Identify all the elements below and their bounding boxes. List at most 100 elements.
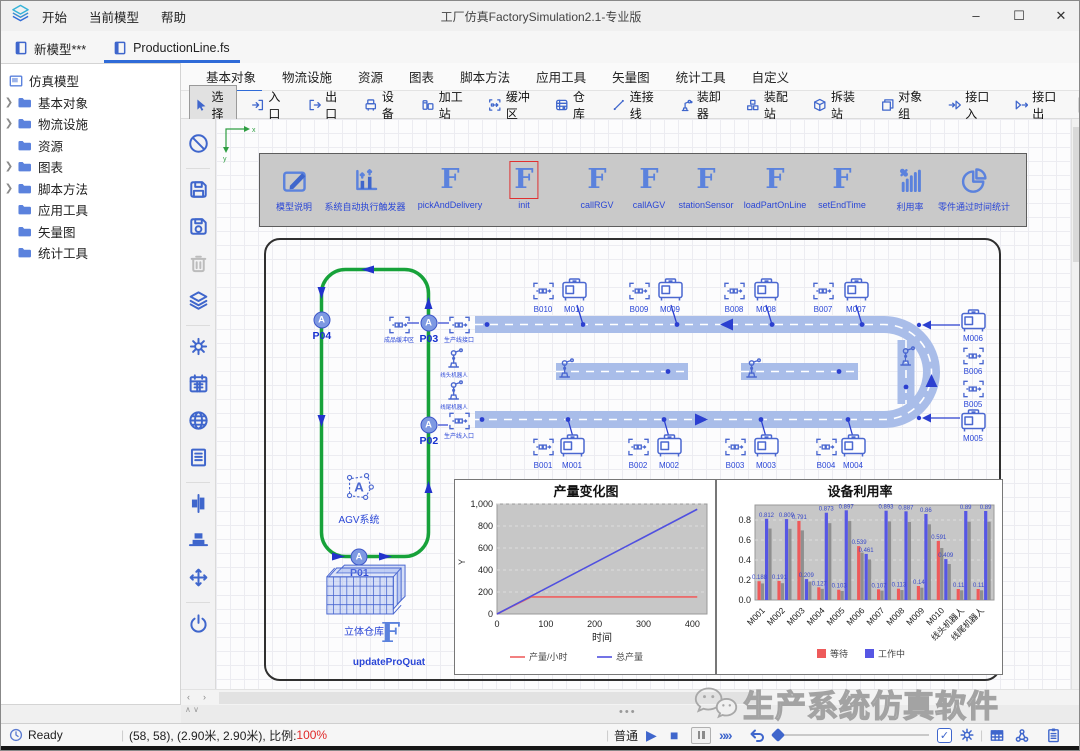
pause-button[interactable] [691,724,711,746]
svg-text:0.11: 0.11 [953,583,965,589]
sidebar-item-1[interactable]: ❯基本对象 [1,92,180,114]
sidebar-item-label: 物流设施 [38,114,88,133]
strip-list-button[interactable] [188,447,209,473]
strip-move-button[interactable] [188,567,209,593]
function-panel: 模型说明系统自动执行触发器 FpickAndDelivery Finit FcallR… [259,153,1027,227]
clipboard-icon[interactable] [1046,724,1061,746]
station-machine-M009[interactable] [657,278,684,308]
stop-button[interactable]: ■ [670,724,678,746]
pie-icon [961,167,987,193]
tab-new-model[interactable]: 新模型*** [1,33,100,63]
strip-alignh-button[interactable] [188,530,209,556]
menu-current-model[interactable]: 当前模型 [89,7,139,26]
strip-saveconf-button[interactable] [188,216,209,242]
settings-gear-icon[interactable] [959,724,975,746]
panel-item-setEndTime[interactable]: FsetEndTime [818,162,866,210]
saveconf-icon [188,216,209,237]
strip-alignv-button[interactable] [188,493,209,519]
vertical-scrollbar[interactable] [1071,119,1080,689]
reset-button[interactable] [749,724,765,746]
menu-start[interactable]: 开始 [42,7,67,26]
station-machine-M004[interactable] [840,434,867,464]
select-icon [194,97,208,113]
sidebar-item-2[interactable]: ❯ 物流设施 [1,113,180,135]
conveyor-robot-2[interactable] [743,355,762,385]
strip-block-button[interactable] [188,133,209,159]
station-machine-M010[interactable] [561,278,588,308]
maximize-button[interactable]: ☐ [999,1,1039,31]
station-buffer-B003[interactable] [724,437,747,462]
menu-help[interactable]: 帮助 [161,7,186,26]
panel-item-loadPartOnLine[interactable]: FloadPartOnLine [744,162,807,210]
panel-item-零件通过时间统计[interactable]: 零件通过时间统计 [938,162,1010,213]
expander-icon[interactable]: ❯ [1,97,17,108]
machine-label: M010 [564,305,584,314]
process-icon [421,97,435,113]
station-buffer-B007[interactable] [812,281,835,306]
strip-globe-button[interactable] [188,410,209,436]
warehouse-3d[interactable] [321,563,407,625]
panel-item-stationSensor[interactable]: FstationSensor [678,162,733,210]
station-machine-M008[interactable] [753,278,780,308]
strip-trash-button[interactable] [188,253,209,279]
play-button[interactable]: ▶ [646,724,657,746]
panel-item-callAGV[interactable]: FcallAGV [633,162,666,210]
close-button[interactable]: ✕ [1041,1,1080,31]
sidebar-item-label: 矢量图 [38,222,76,241]
strip-layers-button[interactable] [188,290,209,316]
panel-item-pickAndDelivery[interactable]: FpickAndDelivery [418,162,483,210]
expander-icon[interactable]: ❯ [1,118,17,129]
svg-text:200: 200 [478,587,493,597]
fast-forward-button[interactable]: »» [719,724,731,746]
conveyor-robot-1[interactable] [556,355,575,385]
panel-item-模型说明[interactable]: 模型说明 [276,162,312,213]
bottom-splitter[interactable]: ∧ ∨ ••• [181,705,1080,723]
panel-item-init[interactable]: Finit [510,162,537,210]
conveyor-robot-3[interactable] [897,343,916,373]
sidebar-item-8[interactable]: 统计工具 [1,242,180,264]
station-buffer-B002[interactable] [627,437,650,462]
station-buffer-B009[interactable] [628,281,651,306]
station-buffer-B004[interactable] [815,437,838,462]
expander-icon[interactable]: ❯ [1,161,17,172]
agv-system[interactable]: A [342,471,376,508]
func-updateProQuat[interactable]: F [381,619,400,649]
agv-point-P02[interactable]: A [420,417,437,434]
sidebar-item-4[interactable]: ❯图表 [1,156,180,178]
panel-item-callRGV[interactable]: FcallRGV [580,162,613,210]
station-machine-M001[interactable] [559,434,586,464]
agv-point-P04[interactable]: A [313,312,330,329]
station-buffer-B008[interactable] [723,281,746,306]
data-table-icon[interactable] [989,724,1005,746]
station-machine-M003[interactable] [753,434,780,464]
strip-gear-button[interactable] [188,336,209,362]
horizontal-scrollbar[interactable]: ‹› [181,689,1080,705]
agv-point-P03[interactable]: A [420,315,437,332]
sidebar-item-5[interactable]: ❯脚本方法 [1,178,180,200]
tree-root[interactable]: 仿真模型 [1,70,180,92]
strip-calendar-button[interactable] [188,373,209,399]
station-buffer-B010[interactable] [532,281,555,306]
svg-text:M008: M008 [884,605,906,627]
sim-mode-label[interactable]: 普通 [614,724,638,746]
strip-power-button[interactable] [188,613,209,639]
station-machine-M002[interactable] [656,434,683,464]
panel-item-利用率[interactable]: 利用率 [896,162,923,213]
strip-save-button[interactable] [188,179,209,205]
tool-label: 设备 [382,88,402,122]
station-machine-M007[interactable] [843,278,870,308]
svg-text:x: x [252,127,256,134]
network-icon[interactable] [1014,724,1030,746]
sidebar-item-7[interactable]: 矢量图 [1,221,180,243]
station-buffer-B001[interactable] [532,437,555,462]
panel-item-系统自动执行触发器[interactable]: 系统自动执行触发器 [324,162,405,213]
minimize-button[interactable]: – [956,1,996,31]
sidebar-item-6[interactable]: 应用工具 [1,199,180,221]
sidebar-item-3[interactable]: 资源 [1,135,180,157]
speed-slider[interactable] [773,724,929,746]
expander-icon[interactable]: ❯ [1,183,17,194]
realtime-checkbox[interactable]: ✓ [937,724,952,746]
model-canvas[interactable]: xy 模型说明系统自动执行触发器FpickAndDeliveryFinitFca… [216,119,1071,689]
tab-productionline[interactable]: ProductionLine.fs [100,33,244,63]
svg-text:0.89: 0.89 [960,505,972,511]
